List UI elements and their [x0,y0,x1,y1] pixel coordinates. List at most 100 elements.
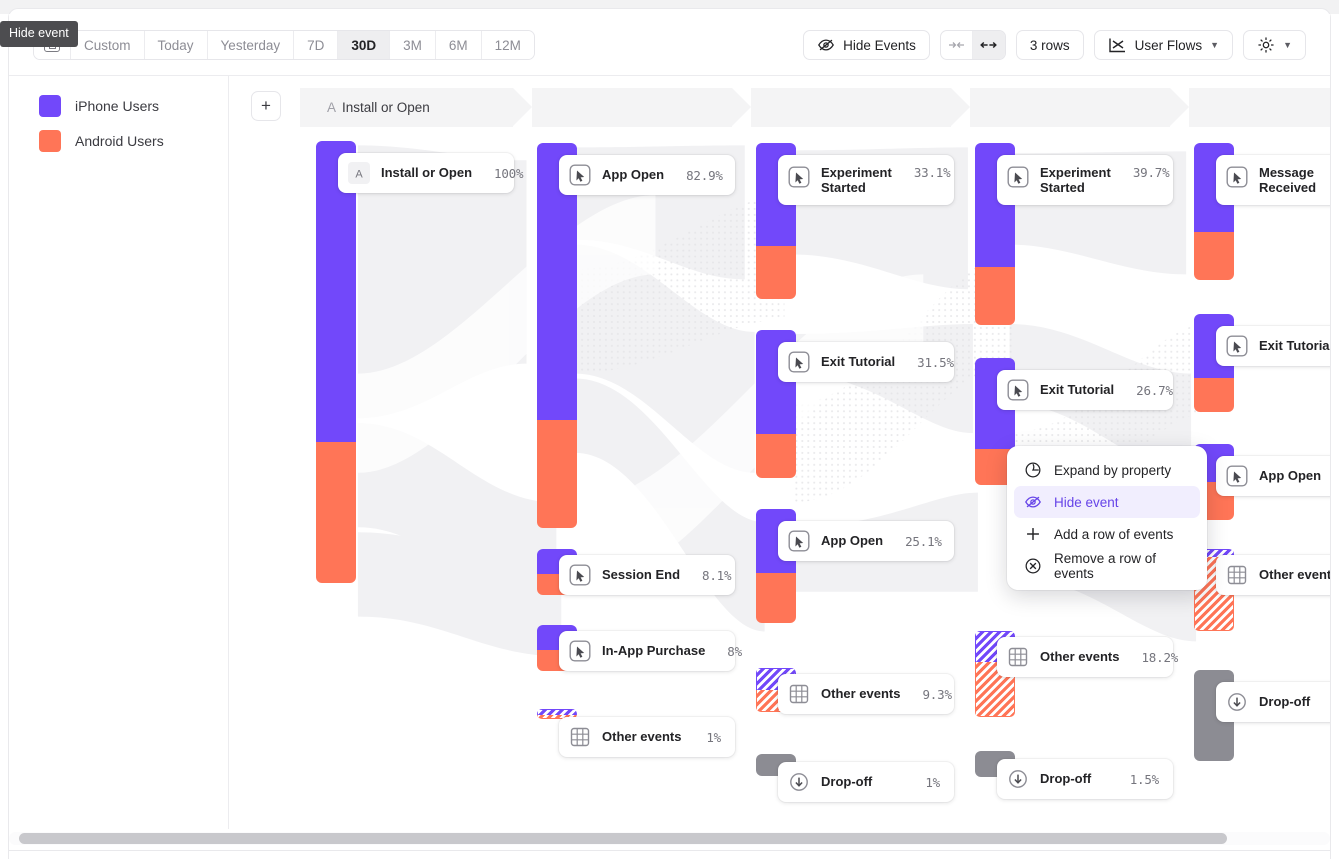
date-range-30d[interactable]: 30D [338,31,391,59]
date-range-12m[interactable]: 12M [481,31,534,59]
node-label: App Open [1259,468,1322,484]
node-card[interactable]: App Open [1216,456,1330,496]
node-card[interactable]: App Open 82.9% [559,155,735,195]
width-mode-toggle[interactable] [939,30,1006,60]
user-flows-icon [1108,38,1125,52]
column-header-3[interactable] [970,88,1189,127]
node-bar [316,141,356,583]
node-card[interactable]: Message Received [1216,155,1330,205]
node-card[interactable]: Exit Tutorial 26.7% [997,370,1173,410]
column-header-0[interactable]: A Install or Open [300,88,532,127]
date-range-7d[interactable]: 7D [294,31,339,59]
node-percent: 1.5% [1129,771,1160,787]
node-percent: 26.7% [1136,382,1173,398]
node-card[interactable]: In-App Purchase 8% [559,631,742,671]
expand-property-icon [1025,462,1041,478]
node-card[interactable]: Other events 9.3% [778,674,954,714]
context-menu-item-add-row[interactable]: Add a row of events [1014,518,1200,550]
node-context-menu: Expand by property Hide event Add a row … [1007,446,1207,590]
column-header-4[interactable] [1189,88,1330,127]
chevron-down-icon: ▼ [1283,40,1292,50]
node-percent: 39.7% [1132,165,1170,180]
cursor-icon [788,166,810,188]
node-card[interactable]: Other events 18.2% [997,637,1178,677]
collapse-horizontal-icon [948,42,964,48]
date-range-yesterday[interactable]: Yesterday [207,31,295,59]
rows-count-button[interactable]: 3 rows [1015,30,1084,60]
node-percent: 8% [727,643,742,659]
date-range-6m[interactable]: 6M [435,31,482,59]
node-label: App Open [602,167,665,183]
grid-icon [788,683,810,705]
collapse-horizontal-button[interactable] [941,31,973,59]
node-card[interactable]: Drop-off [1216,682,1330,722]
node-card[interactable]: Experiment Started 33.1% [778,155,954,205]
horizontal-scrollbar-track[interactable] [9,832,1330,845]
legend-item-iphone[interactable]: iPhone Users [39,92,228,120]
legend-panel: iPhone Users Android Users [9,76,229,829]
cursor-icon [788,530,810,552]
column-headers: A Install or Open [300,88,1330,127]
chart-type-button[interactable]: User Flows ▼ [1093,30,1234,60]
column-header-2[interactable] [751,88,970,127]
node-label: App Open [821,533,884,549]
letter-a-icon: A [348,162,370,184]
expand-horizontal-button[interactable] [972,31,1005,59]
bottom-divider [9,850,1330,851]
settings-button[interactable]: ▼ [1243,30,1306,60]
context-menu-item-remove-row[interactable]: Remove a row of events [1014,550,1200,582]
node-label: Exit Tutorial [1259,338,1330,354]
date-range-3m[interactable]: 3M [390,31,436,59]
cursor-icon [1226,166,1248,188]
node-card[interactable]: Other events [1216,555,1330,595]
node-bar [537,143,577,528]
date-range-today[interactable]: Today [144,31,208,59]
node-card[interactable]: Session End 8.1% [559,555,735,595]
node-card[interactable]: A Install or Open 100% [338,153,524,193]
bar-segment-android [975,266,1015,325]
node-card[interactable]: Drop-off 1% [778,762,954,802]
node-card[interactable]: Drop-off 1.5% [997,759,1173,799]
cursor-icon [1226,465,1248,487]
bar-segment-android [756,433,796,478]
node-label: Experiment Started [821,165,892,196]
node-percent: 82.9% [686,167,723,183]
node-label: Other events [821,686,901,702]
context-menu-item-hide-event[interactable]: Hide event [1014,486,1200,518]
node-label: Other events [1040,649,1120,665]
chart-type-label: User Flows [1134,37,1203,53]
node-card[interactable]: Experiment Started 39.7% [997,155,1173,205]
legend-swatch-iphone [39,95,61,117]
drop-off-icon [1226,691,1248,713]
plus-icon [1027,528,1039,540]
hide-eye-icon [1025,496,1041,508]
hide-events-button[interactable]: Hide Events [803,30,930,60]
column-header-1[interactable] [532,88,751,127]
bar-segment-android [1194,377,1234,412]
node-label: Experiment Started [1040,165,1111,196]
horizontal-scrollbar-thumb[interactable] [19,833,1227,844]
legend-swatch-android [39,130,61,152]
node-card[interactable]: Exit Tutorial [1216,326,1330,366]
node-card[interactable]: Exit Tutorial 31.5% [778,342,954,382]
node-card[interactable]: App Open 25.1% [778,521,954,561]
date-range-custom[interactable]: Custom [71,31,145,59]
cursor-icon [1007,166,1029,188]
gear-icon [1258,37,1274,53]
node-label: In-App Purchase [602,643,706,659]
node-percent: 31.5% [917,354,954,370]
context-menu-item-expand-by-property[interactable]: Expand by property [1014,454,1200,486]
node-card[interactable]: Other events 1% [559,717,735,757]
hide-events-label: Hide Events [843,37,916,53]
node-label: Session End [602,567,681,583]
add-column-button[interactable]: + [251,91,281,121]
date-range-selector[interactable]: Custom Today Yesterday 7D 30D 3M 6M 12M [33,30,535,60]
node-label: Message Received [1259,165,1317,196]
rows-count-label: 3 rows [1029,37,1070,53]
context-menu-label: Expand by property [1054,462,1172,478]
svg-text:A: A [355,169,363,181]
legend-item-android[interactable]: Android Users [39,127,228,155]
node-percent: 1% [925,774,940,790]
grid-icon [1007,646,1029,668]
node-label: Other events [1259,567,1330,583]
